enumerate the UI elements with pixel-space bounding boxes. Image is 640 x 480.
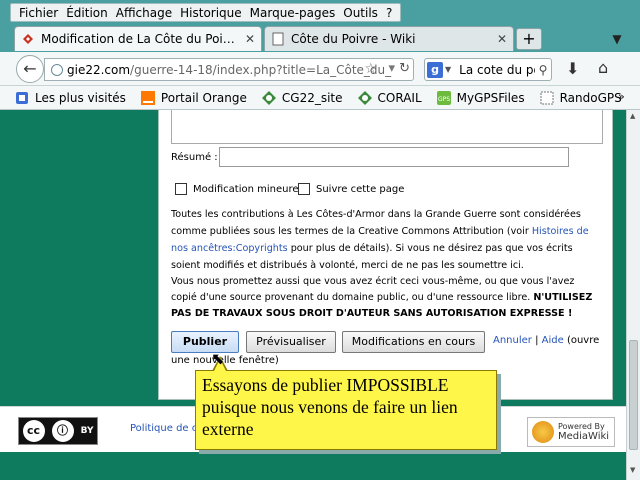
license-warning: Vous nous promettez aussi que vous avez … [171, 274, 603, 322]
tab-title: Modification de La Côte du Poivre - L... [41, 32, 239, 46]
mediawiki-line2: MediaWiki [558, 431, 610, 442]
attribution-icon: ⓘ [51, 420, 74, 442]
tab-close-icon[interactable]: ✕ [245, 32, 255, 46]
separator: | [531, 335, 542, 346]
search-icon[interactable]: ⚲ [535, 63, 551, 77]
tab-title: Côte du Poivre - Wiki [291, 32, 416, 46]
svg-text:GPS: GPS [438, 96, 450, 103]
help-link[interactable]: Aide [542, 335, 564, 346]
summary-label: Résumé : [171, 152, 218, 163]
menu-affichage[interactable]: Affichage [112, 4, 176, 21]
watch-page-checkbox[interactable] [298, 183, 310, 195]
bookmark-label: CORAIL [377, 90, 422, 105]
menu-bar: Fichier Édition Affichage Historique Mar… [0, 0, 640, 24]
watch-page-label: Suivre cette page [316, 183, 405, 195]
page-favicon-icon [272, 32, 284, 46]
tab-close-icon[interactable]: ✕ [497, 32, 507, 46]
most-visited-icon [16, 91, 28, 104]
menu-historique[interactable]: Historique [176, 4, 246, 21]
preview-button[interactable]: Prévisualiser [246, 331, 336, 353]
randogps-icon [540, 91, 554, 104]
corail-icon [357, 90, 372, 105]
tab-modification[interactable]: Modification de La Côte du Poivre - L...… [14, 26, 262, 51]
scroll-down-icon[interactable]: ▼ [630, 466, 635, 474]
watch-page-option[interactable]: Suivre cette page [298, 183, 404, 195]
bookmark-star-icon[interactable]: ☆ [364, 61, 377, 77]
copyright-notice: Toutes les contributions à Les Côtes-d'A… [171, 206, 603, 274]
search-engine-dropdown-icon[interactable]: ▼ [445, 65, 451, 74]
bookmark-cg22-site[interactable]: CG22_site [261, 90, 343, 106]
bookmark-label: RandoGPS [559, 90, 622, 105]
bookmarks-overflow-icon[interactable]: » [618, 90, 625, 103]
privacy-policy-link[interactable]: Politique de c [130, 423, 197, 434]
url-bar[interactable]: gie22.com/guerre-14-18/index.php?title=L… [44, 58, 414, 81]
navigation-bar: ← gie22.com/guerre-14-18/index.php?title… [0, 52, 640, 86]
orange-icon [140, 90, 155, 105]
bookmark-label: Les plus visités [35, 90, 126, 105]
copyright-text: Toutes les contributions à Les Côtes-d'A… [171, 209, 581, 237]
menu-fichier[interactable]: Fichier [15, 4, 62, 21]
tab-list-dropdown-icon[interactable]: ▼ [604, 28, 630, 50]
creative-commons-badge[interactable]: cc ⓘ BY [18, 417, 98, 445]
mygpsfiles-icon: GPS [436, 90, 451, 105]
show-changes-button[interactable]: Modifications en cours [342, 331, 485, 353]
google-icon[interactable]: g [427, 61, 443, 78]
history-dropdown-icon[interactable]: ▾ [388, 61, 395, 76]
minor-edit-option[interactable]: Modification mineure [175, 183, 299, 195]
bookmark-les-plus-visites[interactable]: Les plus visités [14, 90, 126, 106]
home-icon[interactable]: ⌂ [598, 58, 608, 77]
scroll-up-icon[interactable]: ▲ [630, 112, 635, 120]
publish-button[interactable]: Publier [171, 331, 239, 353]
edit-textarea[interactable] [171, 110, 603, 144]
search-bar[interactable]: g ▼ La cote du po ⚲ [424, 58, 552, 81]
scrollbar-thumb[interactable] [629, 340, 638, 450]
bookmark-label: CG22_site [281, 90, 343, 105]
edit-options: Annuler | Aide (ouvre [493, 335, 599, 346]
search-input[interactable]: La cote du po [459, 63, 535, 77]
vertical-scrollbar[interactable]: ▲ ▼ [626, 110, 640, 480]
bookmark-corail[interactable]: CORAIL [357, 90, 422, 106]
menu-list: Fichier Édition Affichage Historique Mar… [10, 3, 402, 22]
mediawiki-line1: Powered By [558, 422, 605, 431]
license-text: Vous nous promettez aussi que vous avez … [171, 276, 575, 303]
mouse-cursor-icon: ⬉ [211, 349, 225, 368]
cc-by-label: BY [80, 426, 94, 436]
menu-marque-pages[interactable]: Marque-pages [246, 4, 340, 21]
help-suffix: (ouvre [563, 335, 600, 346]
minor-edit-checkbox[interactable] [175, 183, 187, 195]
new-tab-button[interactable]: + [516, 28, 542, 50]
cancel-link[interactable]: Annuler [493, 335, 532, 346]
tab-bar: Modification de La Côte du Poivre - L...… [0, 24, 640, 52]
bookmark-portail-orange[interactable]: Portail Orange [140, 90, 247, 106]
bookmark-randogps[interactable]: RandoGPS [539, 90, 622, 106]
url-path: /guerre-14-18/index.php?title=La_Côte_du… [130, 62, 392, 77]
tab-cote-du-poivre[interactable]: Côte du Poivre - Wiki ✕ [264, 26, 514, 51]
menu-help[interactable]: ? [382, 4, 396, 21]
wiki-favicon-icon [23, 34, 33, 44]
summary-input[interactable] [219, 147, 569, 167]
bookmark-label: MyGPSFiles [456, 90, 525, 105]
cg22-icon [261, 90, 276, 105]
bookmark-mygpsfiles[interactable]: GPS MyGPSFiles [436, 90, 525, 106]
menu-outils[interactable]: Outils [339, 4, 382, 21]
menu-edition[interactable]: Édition [62, 4, 112, 21]
globe-icon [51, 63, 63, 76]
cc-icon: cc [22, 420, 45, 442]
bookmarks-bar: Les plus visités Portail Orange CG22_sit… [0, 86, 640, 110]
bookmark-label: Portail Orange [160, 90, 247, 105]
minor-edit-label: Modification mineure [193, 183, 299, 195]
reload-icon[interactable]: ↻ [399, 61, 410, 76]
mediawiki-logo-icon [532, 421, 554, 443]
back-button[interactable]: ← [16, 55, 44, 83]
annotation-callout: Essayons de publier IMPOSSIBLE puisque n… [195, 370, 497, 450]
download-icon[interactable]: ⬇ [566, 59, 579, 78]
url-host: gie22.com [67, 62, 131, 77]
powered-by-mediawiki-badge[interactable]: Powered By MediaWiki [527, 417, 615, 447]
